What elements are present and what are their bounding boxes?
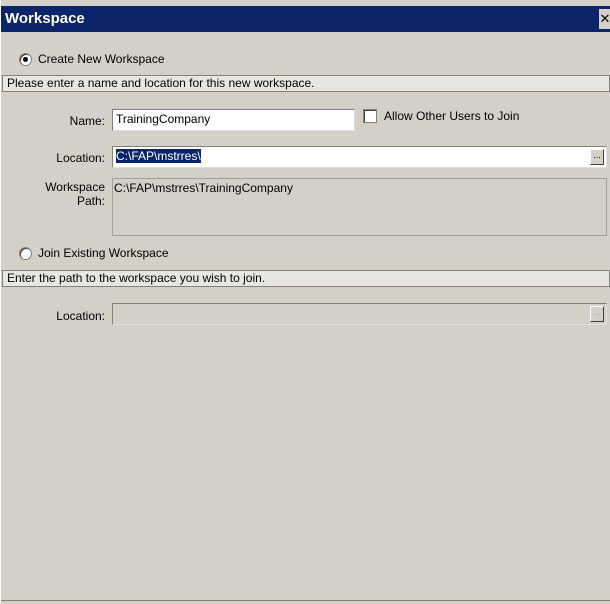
join-existing-workspace-radio[interactable]: Join Existing Workspace bbox=[19, 245, 169, 261]
create-new-workspace-radio[interactable]: Create New Workspace bbox=[19, 51, 165, 67]
join-location-input[interactable]: ... bbox=[112, 303, 607, 325]
radio-unselected-icon[interactable] bbox=[19, 246, 32, 260]
workspace-path-label-line2: Path: bbox=[76, 194, 105, 208]
location-browse-button[interactable]: ... bbox=[590, 149, 604, 165]
dialog-title: Workspace bbox=[5, 10, 85, 27]
join-existing-workspace-label: Join Existing Workspace bbox=[38, 246, 169, 260]
location-input[interactable]: C:\FAP\mstrres\ ... bbox=[112, 146, 607, 168]
radio-selected-icon[interactable] bbox=[19, 52, 32, 66]
join-location-label: Location: bbox=[56, 309, 105, 323]
name-label: Name: bbox=[69, 114, 105, 128]
workspace-path-label-line1: Workspace bbox=[45, 180, 105, 194]
name-input[interactable]: TrainingCompany bbox=[112, 109, 355, 131]
create-instructions-banner: Please enter a name and location for thi… bbox=[2, 75, 610, 92]
workspace-path-display: C:\FAP\mstrres\TrainingCompany bbox=[112, 178, 607, 236]
allow-users-label: Allow Other Users to Join bbox=[384, 109, 520, 123]
bottom-divider bbox=[1, 600, 610, 601]
create-new-workspace-label: Create New Workspace bbox=[38, 52, 165, 66]
join-location-browse-button[interactable]: ... bbox=[590, 306, 604, 322]
workspace-path-label: Workspace Path: bbox=[31, 180, 105, 208]
location-value: C:\FAP\mstrres\ bbox=[116, 149, 201, 163]
allow-users-checkbox[interactable] bbox=[363, 109, 377, 123]
location-label: Location: bbox=[56, 151, 105, 165]
join-instructions-banner: Enter the path to the workspace you wish… bbox=[2, 270, 610, 287]
close-icon[interactable]: ✕ bbox=[599, 9, 610, 29]
workspace-dialog: Workspace ✕ Create New Workspace Please … bbox=[0, 0, 610, 604]
title-bar: Workspace ✕ bbox=[1, 6, 610, 32]
